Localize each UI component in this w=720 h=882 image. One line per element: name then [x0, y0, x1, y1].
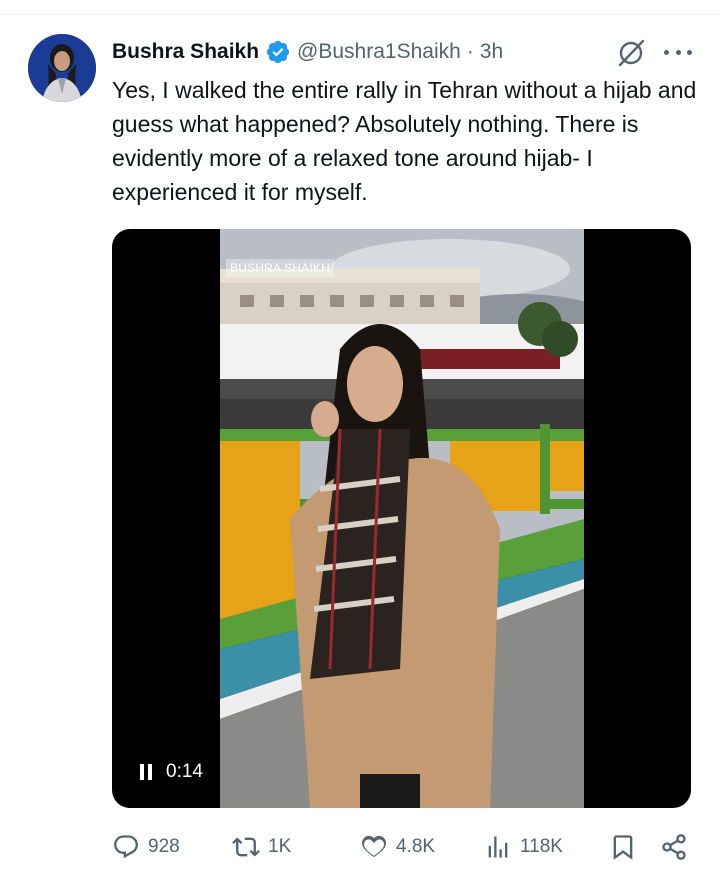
reply-count: 928: [148, 836, 180, 857]
reply-button[interactable]: 928: [112, 830, 180, 864]
video-timer[interactable]: 0:14: [134, 755, 211, 789]
more-icon[interactable]: [664, 40, 692, 64]
action-bar: 928 1K 4.8K 118K: [112, 830, 692, 864]
verified-badge-icon: [266, 40, 290, 64]
video-frame: BUSHRA SHAIKH: [220, 229, 584, 808]
author-name[interactable]: Bushra Shaikh: [112, 40, 259, 64]
heart-icon: [362, 835, 386, 857]
share-icon[interactable]: [660, 833, 688, 861]
tweet-header: Bushra Shaikh @Bushra1Shaikh · 3h: [112, 38, 503, 66]
tweet-text: Yes, I walked the entire rally in Tehran…: [112, 77, 697, 205]
avatar-image: [28, 34, 96, 102]
views-icon: [488, 836, 508, 858]
video-watermark: BUSHRA SHAIKH: [226, 259, 334, 277]
video-elapsed: 0:14: [166, 761, 203, 782]
bookmark-icon[interactable]: [609, 833, 637, 861]
repost-count: 1K: [268, 836, 292, 857]
grok-icon[interactable]: [616, 38, 646, 68]
reply-icon: [114, 835, 138, 859]
repost-icon: [232, 837, 260, 857]
repost-button[interactable]: 1K: [232, 830, 291, 864]
views-button[interactable]: 118K: [484, 830, 563, 864]
like-button[interactable]: 4.8K: [360, 830, 435, 864]
video-player[interactable]: BUSHRA SHAIKH 0:14: [112, 229, 691, 808]
timestamp[interactable]: 3h: [480, 40, 503, 64]
top-divider: [0, 14, 720, 15]
like-count: 4.8K: [396, 836, 436, 857]
views-count: 118K: [520, 836, 563, 857]
author-handle[interactable]: @Bushra1Shaikh: [297, 40, 461, 64]
video-still: [220, 229, 584, 808]
pause-icon[interactable]: [140, 764, 152, 780]
separator-dot: ·: [466, 40, 474, 63]
avatar[interactable]: [28, 34, 96, 102]
